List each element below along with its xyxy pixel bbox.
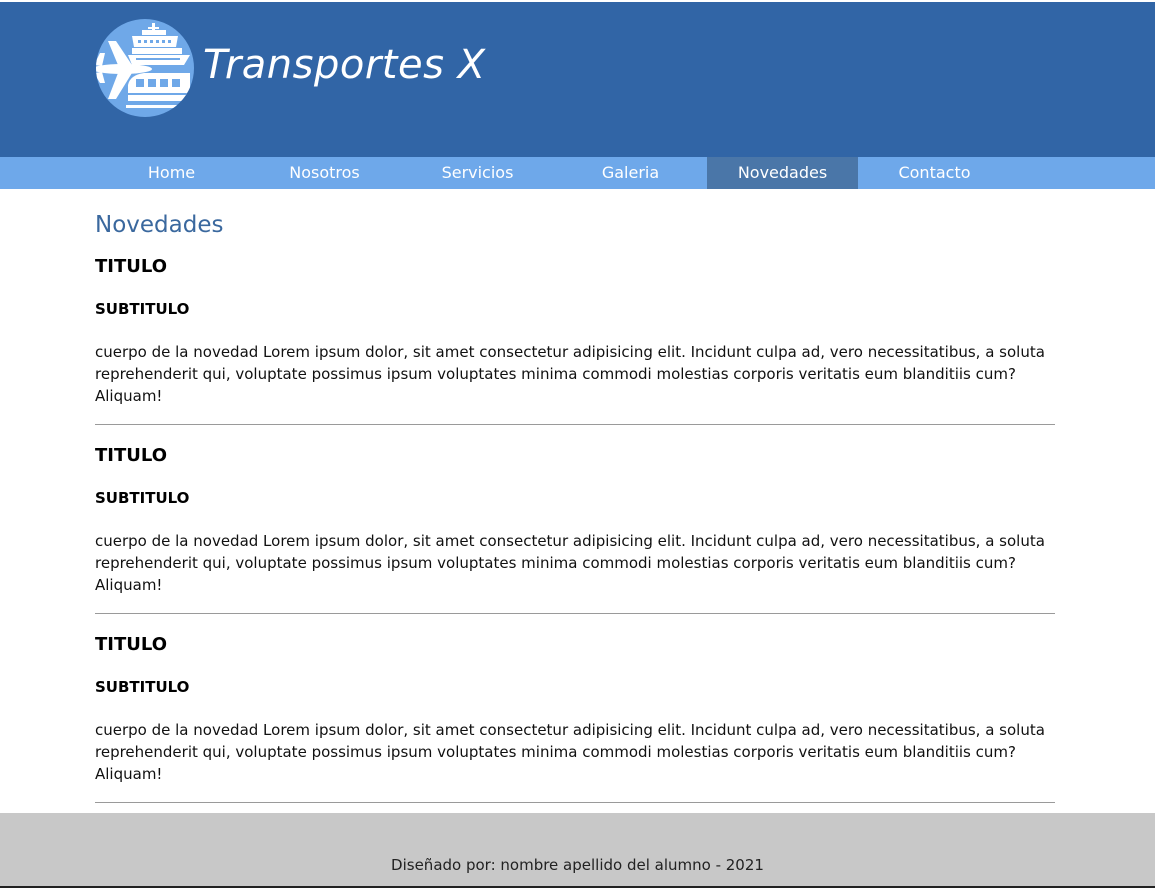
site-brand-title: Transportes X bbox=[203, 42, 486, 88]
nav-item-home[interactable]: Home bbox=[95, 157, 248, 189]
news-body: cuerpo de la novedad Lorem ipsum dolor, … bbox=[95, 343, 1045, 405]
news-title: TITULO bbox=[95, 634, 167, 655]
footer-credit: Diseñado por: nombre apellido del alumno… bbox=[391, 856, 764, 874]
news-body: cuerpo de la novedad Lorem ipsum dolor, … bbox=[95, 532, 1045, 594]
news-subtitle: SUBTITULO bbox=[95, 300, 190, 318]
news-subtitle: SUBTITULO bbox=[95, 678, 190, 696]
news-item: TITULO SUBTITULO cuerpo de la novedad Lo… bbox=[95, 634, 1055, 803]
news-item: TITULO SUBTITULO cuerpo de la novedad Lo… bbox=[95, 445, 1055, 614]
nav-item-galeria[interactable]: Galeria bbox=[554, 157, 707, 189]
news-title: TITULO bbox=[95, 256, 167, 277]
nav-item-novedades[interactable]: Novedades bbox=[707, 157, 858, 189]
nav-item-contacto[interactable]: Contacto bbox=[858, 157, 1011, 189]
news-subtitle: SUBTITULO bbox=[95, 489, 190, 507]
nav-item-nosotros[interactable]: Nosotros bbox=[248, 157, 401, 189]
transport-logo-icon[interactable] bbox=[96, 19, 194, 117]
nav-item-servicios[interactable]: Servicios bbox=[401, 157, 554, 189]
site-footer: Diseñado por: nombre apellido del alumno… bbox=[0, 813, 1155, 888]
news-item: TITULO SUBTITULO cuerpo de la novedad Lo… bbox=[95, 256, 1055, 425]
page-title: Novedades bbox=[95, 212, 224, 238]
site-header: Transportes X bbox=[0, 2, 1155, 157]
main-navigation: Home Nosotros Servicios Galeria Novedade… bbox=[0, 157, 1155, 189]
nav-list: Home Nosotros Servicios Galeria Novedade… bbox=[95, 157, 1011, 189]
news-body: cuerpo de la novedad Lorem ipsum dolor, … bbox=[95, 721, 1045, 783]
main-content: Novedades TITULO SUBTITULO cuerpo de la … bbox=[95, 208, 1055, 803]
news-title: TITULO bbox=[95, 445, 167, 466]
